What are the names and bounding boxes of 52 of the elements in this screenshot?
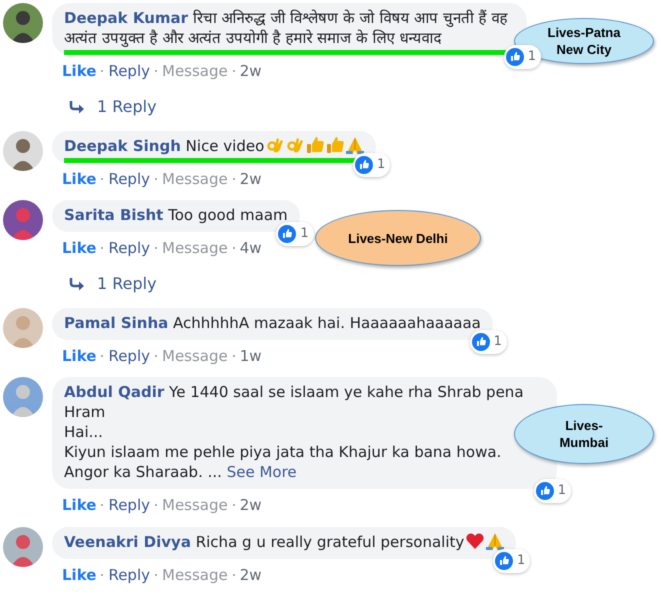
reaction-count: 1 (276, 222, 314, 246)
reaction-count: 1 (504, 45, 541, 69)
like-icon (494, 552, 513, 570)
reaction-count: 1 (492, 548, 530, 572)
reaction-count: 1 (470, 330, 507, 354)
reply-arrow-icon (69, 276, 85, 290)
timestamp: 2w (240, 564, 262, 586)
message-link[interactable]: Message (162, 344, 228, 367)
view-replies-link[interactable]: 1 Reply (97, 272, 157, 296)
reply-link[interactable]: Reply (108, 168, 150, 190)
message-link[interactable]: Message (162, 237, 228, 260)
timestamp: 4w (240, 238, 262, 259)
callout-ellipse: Lives- Mumbai (514, 404, 654, 464)
heart-icon (466, 532, 484, 550)
like-icon (506, 48, 524, 66)
ok-hand-icon (286, 136, 304, 154)
timestamp: 1w (240, 346, 262, 366)
reaction-count: 1 (353, 152, 390, 176)
like-icon (278, 225, 296, 243)
reply-link[interactable]: Reply (108, 237, 150, 260)
callout-ellipse: Lives-New Delhi (315, 210, 481, 266)
reply-link[interactable]: Reply (108, 494, 150, 516)
thumbs-up-icon (306, 136, 324, 154)
like-link[interactable]: Like (62, 168, 96, 190)
like-icon (536, 482, 554, 500)
like-link[interactable]: Like (62, 494, 96, 516)
message-link[interactable]: Message (162, 494, 228, 516)
message-link[interactable]: Message (162, 564, 228, 586)
like-icon (472, 332, 490, 350)
message-link[interactable]: Message (162, 168, 228, 190)
timestamp: 2w (240, 495, 262, 516)
ok-hand-icon (266, 136, 284, 154)
like-icon (355, 156, 373, 174)
like-link[interactable]: Like (62, 564, 96, 586)
like-link[interactable]: Like (62, 60, 96, 82)
comment-text: Pamal Sinha AchhhhhA mazaak hai. Haaaaaahaaaaaa (64, 312, 481, 332)
reply-link[interactable]: Reply (108, 344, 150, 367)
reply-link[interactable]: Reply (108, 564, 150, 586)
timestamp: 2w (240, 61, 262, 82)
thumbs-up-icon (326, 136, 344, 154)
reaction-count: 1 (534, 479, 571, 503)
reply-arrow-icon (69, 100, 85, 114)
comment-text: Veenakri Divya Richa g u really grateful personality (64, 532, 504, 552)
reply-link[interactable]: Reply (108, 60, 150, 82)
view-replies-link[interactable]: 1 Reply (97, 94, 157, 118)
comment-text: Deepak Singh Nice video (64, 136, 364, 156)
comment-text: Sarita Bisht Too good maam (64, 205, 288, 225)
like-link[interactable]: Like (62, 237, 96, 260)
timestamp: 2w (240, 168, 262, 190)
like-link[interactable]: Like (62, 344, 96, 367)
message-link[interactable]: Message (162, 60, 228, 82)
comment-text: Deepak Kumar रिचा अनिरुद्ध जी विश्लेषण के जो विषय आप चुनती हैं वह अत्यंत उपयुक्त है और अत्यंत उपयोगी है हमारे समाज के लिए धन्यवाद (64, 8, 509, 48)
